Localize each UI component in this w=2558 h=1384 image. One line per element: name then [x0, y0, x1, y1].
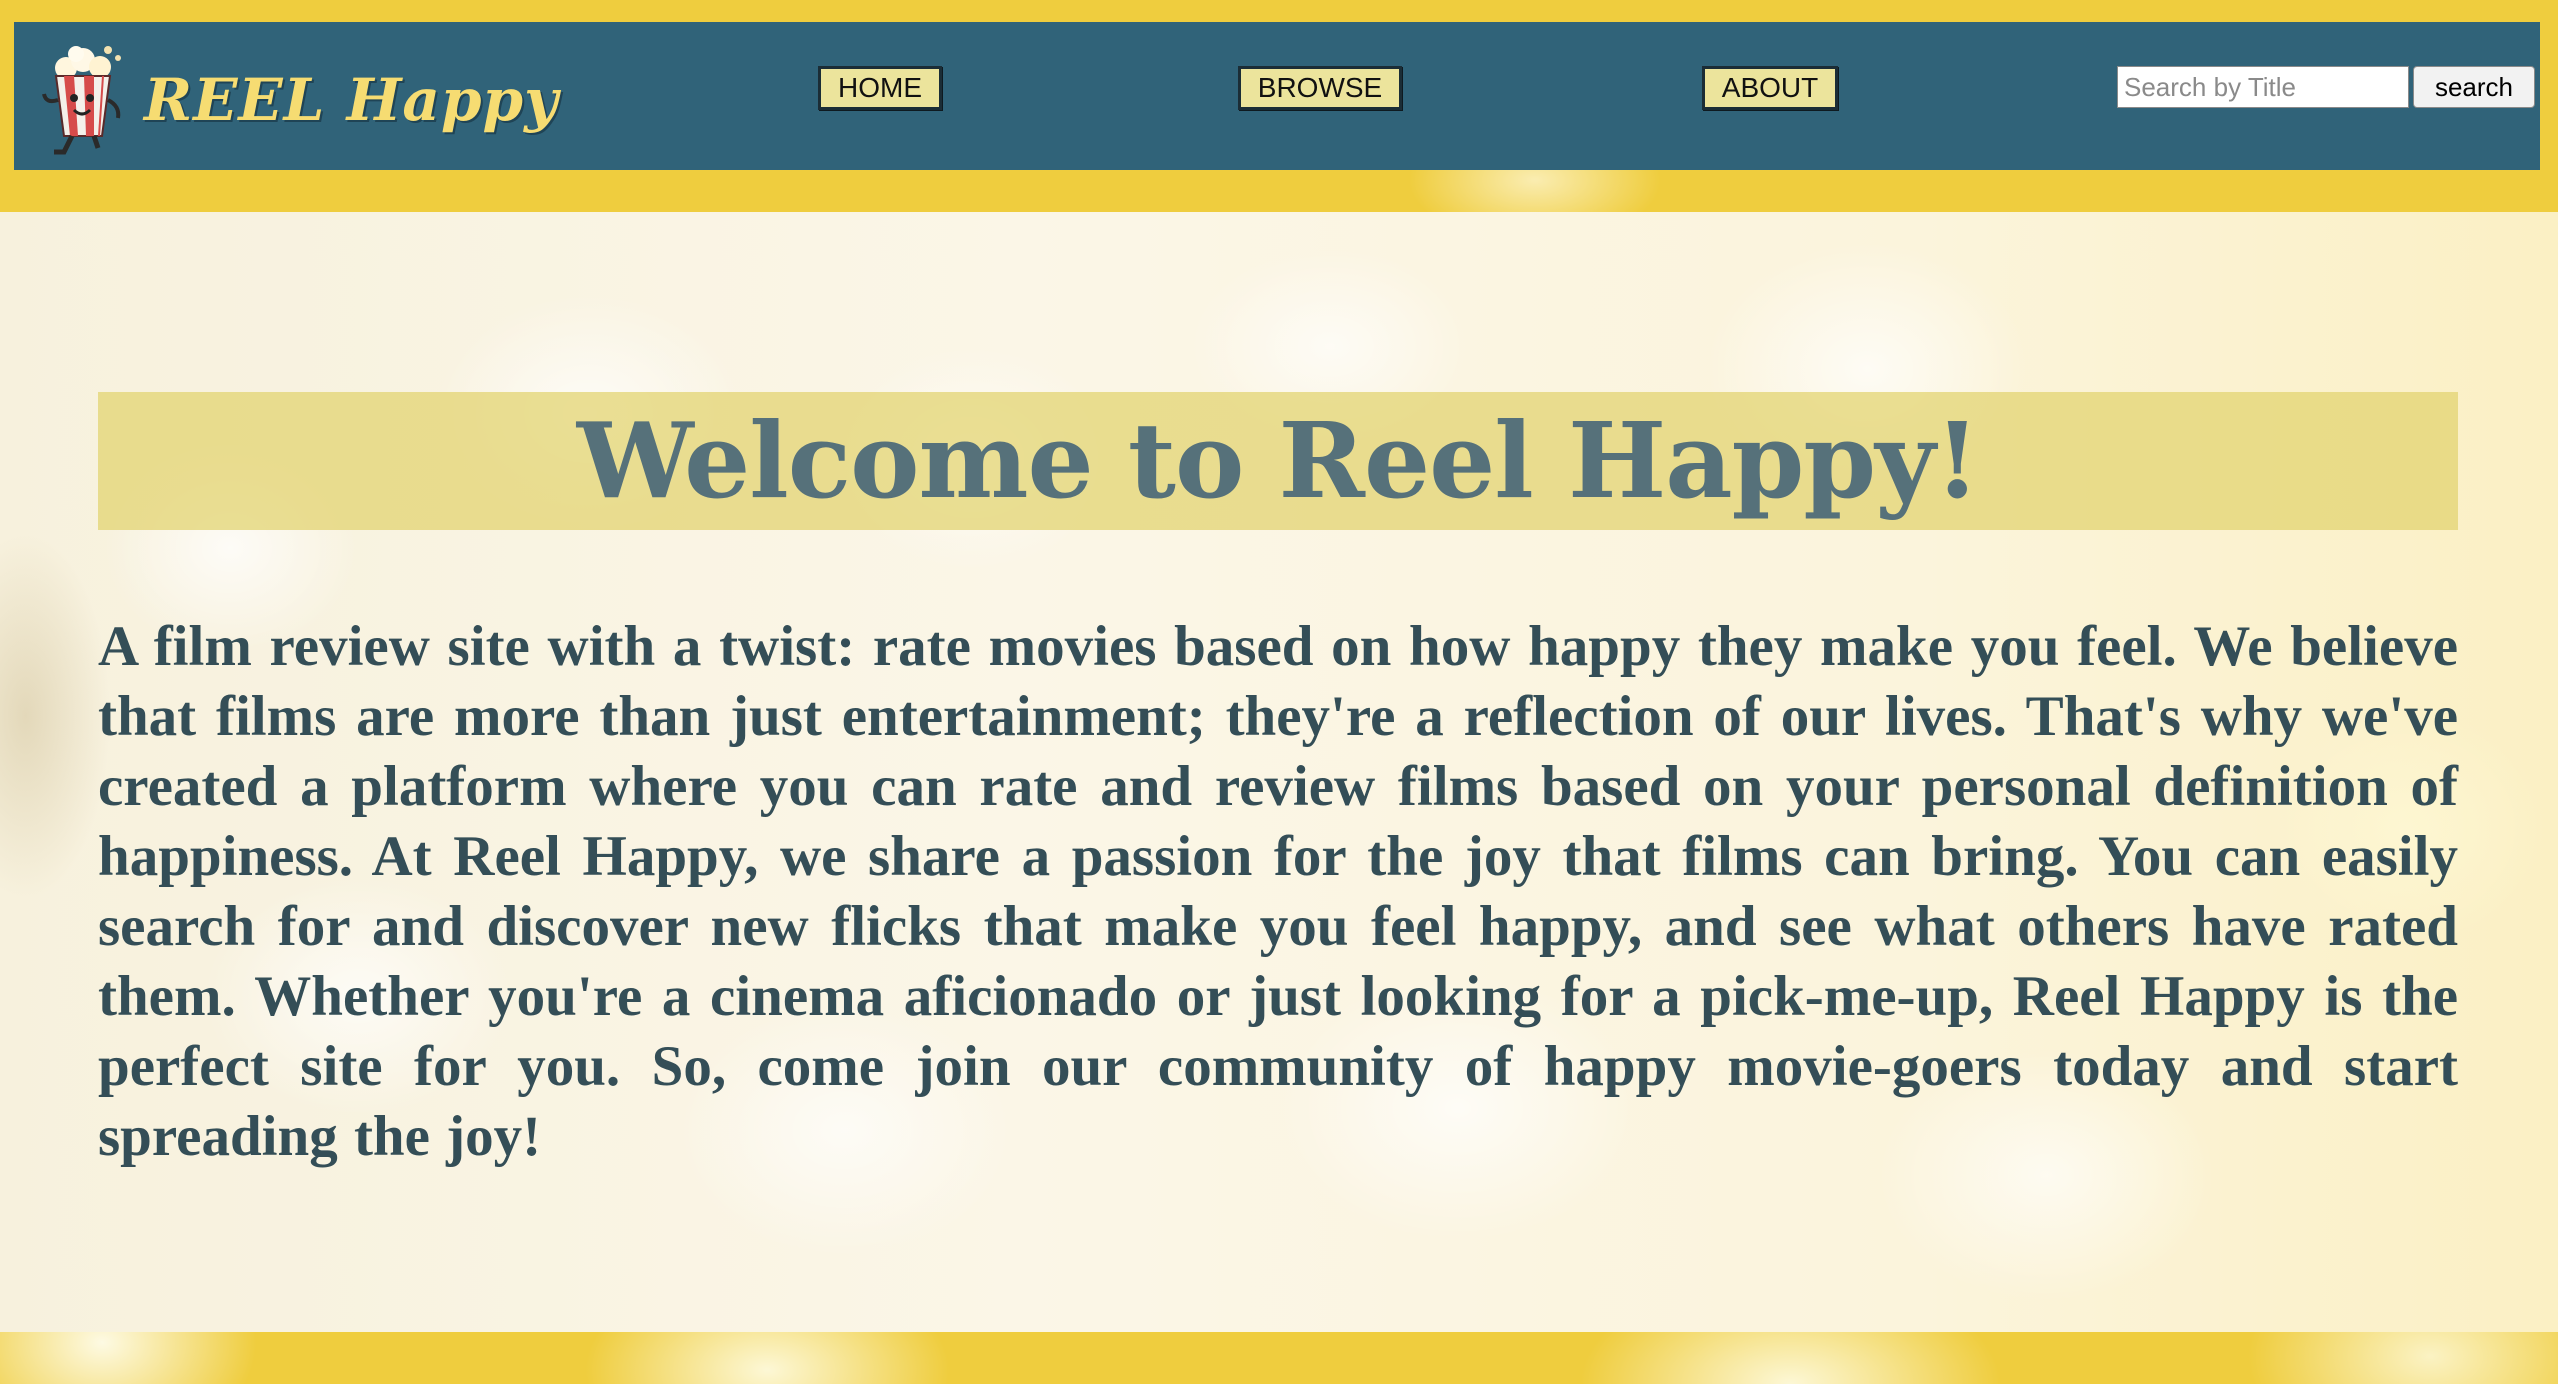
nav-browse-button[interactable]: BROWSE	[1238, 66, 1402, 110]
intro-paragraph: A film review site with a twist: rate mo…	[98, 615, 2458, 1168]
nav-home-button[interactable]: HOME	[818, 66, 942, 110]
title-banner: Welcome to Reel Happy!	[98, 392, 2458, 530]
popcorn-mascot-icon[interactable]	[28, 40, 138, 160]
search-input[interactable]	[2117, 66, 2409, 108]
brand-logo-text[interactable]: REEL Happy	[144, 66, 559, 134]
search-button[interactable]: search	[2413, 66, 2535, 108]
main-content-panel: Welcome to Reel Happy! A film review sit…	[0, 212, 2558, 1332]
nav-about-button[interactable]: ABOUT	[1702, 66, 1838, 110]
site-header: REEL Happy HOME BROWSE ABOUT search	[14, 22, 2540, 170]
page-title: Welcome to Reel Happy!	[576, 399, 1980, 522]
